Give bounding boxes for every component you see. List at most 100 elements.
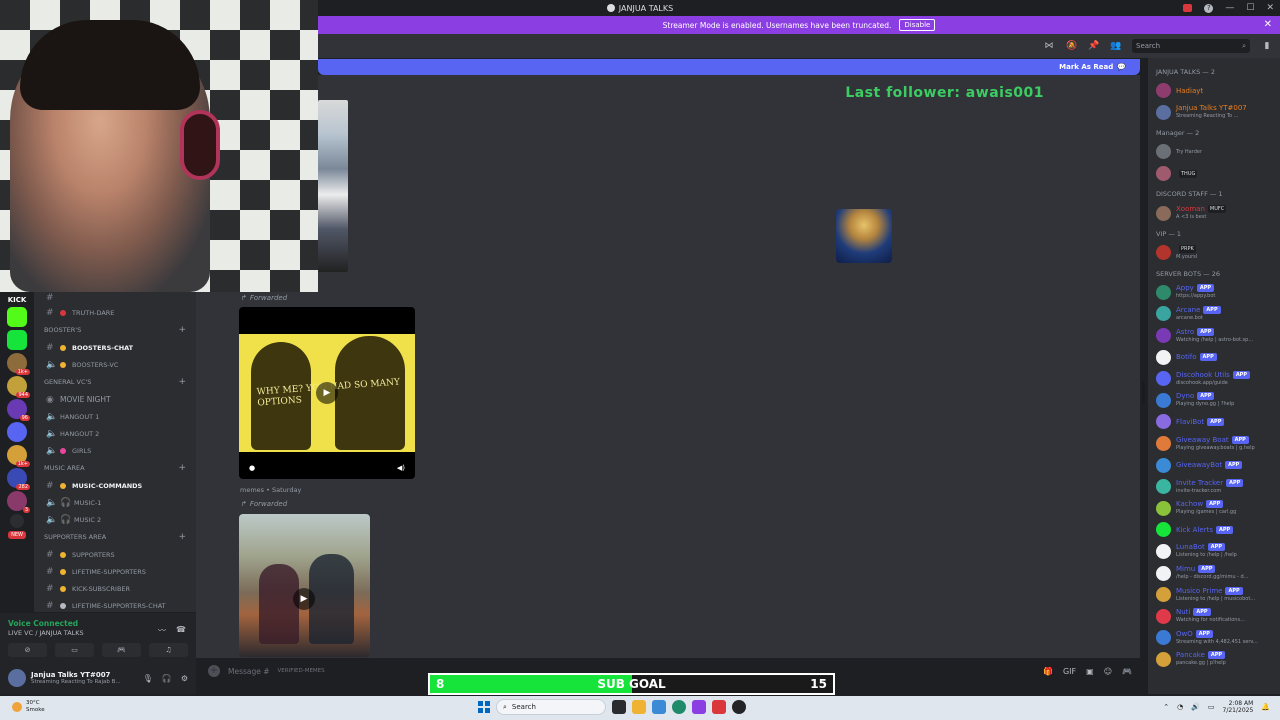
forward-source[interactable]: memes • Saturday: [240, 486, 301, 494]
weather-widget[interactable]: 30°C Smoke: [12, 700, 45, 714]
avatar[interactable]: [8, 669, 26, 687]
edge-icon[interactable]: [672, 700, 686, 714]
new-messages-bar[interactable]: Mark As Read 💬: [318, 59, 1140, 75]
user-info[interactable]: Janjua Talks YT#007 Streaming Reacting T…: [31, 671, 121, 685]
disconnect-icon[interactable]: ☎: [176, 625, 186, 636]
chat-scrollbar[interactable]: [1142, 382, 1145, 404]
sticker-icon[interactable]: ▣: [1086, 667, 1094, 676]
activities-icon[interactable]: 🎮: [1122, 667, 1132, 676]
emoji-icon[interactable]: ☺: [1104, 667, 1112, 676]
activities-button[interactable]: 🎮: [102, 643, 141, 657]
taskbar-search[interactable]: ⌕ Search: [496, 699, 606, 715]
channel-item-music-1[interactable]: 🔈 🎧 music-1: [34, 494, 196, 511]
add-channel-icon[interactable]: +: [178, 532, 186, 542]
tray-chevron-icon[interactable]: ⌃: [1163, 703, 1169, 711]
add-channel-icon[interactable]: +: [178, 463, 186, 473]
volume-icon[interactable]: 🔊: [1191, 703, 1200, 711]
member-item[interactable]: Xooman MUFC A <3 is best: [1156, 202, 1280, 224]
member-item[interactable]: OwO APP Streaming with 4,482,451 serv...: [1156, 627, 1280, 649]
server-icon-green-2[interactable]: [7, 330, 27, 350]
member-item[interactable]: FlaviBot APP: [1156, 411, 1280, 433]
screen-share-button[interactable]: ▭: [55, 643, 94, 657]
file-explorer-icon[interactable]: [632, 700, 646, 714]
folder-icon[interactable]: [10, 514, 24, 528]
member-item[interactable]: Nuti APP Watching for notifications...: [1156, 605, 1280, 627]
camera-off-button[interactable]: ⊘: [8, 643, 47, 657]
category-supporters-area[interactable]: SUPPORTERS AREA +: [34, 528, 196, 546]
notifications-icon[interactable]: 🔔: [1261, 703, 1270, 711]
member-item[interactable]: Invite Tracker APP invite-tracker.com: [1156, 476, 1280, 498]
close-banner-icon[interactable]: ✕: [1264, 19, 1272, 30]
inbox-icon[interactable]: [1183, 4, 1193, 12]
notification-bell-icon[interactable]: 🔕: [1066, 41, 1077, 51]
channel-item-cut[interactable]: #: [34, 292, 196, 304]
server-icon[interactable]: 3: [7, 491, 30, 513]
channel-item-kick-subscriber[interactable]: # kick-subscriber: [34, 580, 196, 597]
video-attachment-2[interactable]: ▶: [239, 514, 370, 657]
minimize-button[interactable]: —: [1225, 3, 1234, 13]
kick-server-icon[interactable]: KICK: [8, 296, 27, 304]
play-icon[interactable]: ▶: [293, 588, 315, 610]
channel-item-music-commands[interactable]: # music-commands: [34, 477, 196, 494]
channel-item-girls[interactable]: 🔈 girls: [34, 442, 196, 459]
channel-item-hangout-1[interactable]: 🔈 hangout 1: [34, 408, 196, 425]
channel-item-boosters-vc[interactable]: 🔈 boosters-vc: [34, 356, 196, 373]
pinned-messages-icon[interactable]: 📌: [1088, 41, 1099, 51]
wifi-icon[interactable]: ◔: [1177, 703, 1183, 711]
maximize-button[interactable]: ☐: [1246, 3, 1254, 13]
noise-suppression-icon[interactable]: 〰: [158, 625, 166, 636]
channel-item-truth-dare[interactable]: # truth-dare: [34, 304, 196, 321]
member-item[interactable]: LunaBot APP Listening to /help | /help: [1156, 541, 1280, 563]
windows-start-icon[interactable]: [478, 701, 490, 713]
member-item[interactable]: Discohook Utils APP discohook.app/guide: [1156, 368, 1280, 390]
member-item[interactable]: Astro APP Watching /help | astro-bot.sp...: [1156, 325, 1280, 347]
member-item[interactable]: Hadiayt: [1156, 80, 1280, 102]
play-icon[interactable]: ▶: [316, 382, 338, 404]
member-item[interactable]: Kachow APP Playing /games | carl.gg: [1156, 498, 1280, 520]
volume-icon[interactable]: ◀): [397, 464, 405, 472]
soundboard-button[interactable]: ♫: [149, 643, 188, 657]
microphone-icon[interactable]: 🎙: [143, 674, 153, 683]
channel-item-movie-night[interactable]: ◉ MOVIE NIGHT: [34, 391, 196, 408]
channel-item-lifetime-supporters[interactable]: # lifetime-supporters: [34, 563, 196, 580]
member-item[interactable]: Giveaway Boat APP Playing giveaway.boats |…: [1156, 433, 1280, 455]
search-input[interactable]: Search ⌕: [1132, 39, 1250, 53]
gif-icon[interactable]: GIF: [1063, 667, 1076, 676]
channel-item-boosters-chat[interactable]: # boosters-chat: [34, 339, 196, 356]
member-item[interactable]: Try Harder: [1156, 141, 1280, 163]
headphones-icon[interactable]: 🎧: [162, 674, 172, 683]
member-item[interactable]: Botifo APP: [1156, 346, 1280, 368]
server-icon-green[interactable]: [7, 307, 27, 327]
channel-item-lifetime-supporters-chat[interactable]: # lifetime-supporters-chat: [34, 597, 196, 612]
close-window-button[interactable]: ✕: [1266, 3, 1274, 13]
channel-item-hangout-2[interactable]: 🔈 hangout 2: [34, 425, 196, 442]
settings-gear-icon[interactable]: ⚙: [181, 674, 188, 683]
battery-icon[interactable]: ▭: [1208, 703, 1215, 711]
add-channel-icon[interactable]: +: [178, 325, 186, 335]
server-icon[interactable]: 1k+: [7, 445, 30, 467]
gift-icon[interactable]: 🎁: [1043, 667, 1053, 676]
member-list-icon[interactable]: 👥: [1110, 41, 1121, 51]
threads-icon[interactable]: ⋈: [1044, 41, 1054, 51]
server-icon[interactable]: 944: [7, 376, 30, 398]
server-icon[interactable]: 1k+: [7, 353, 30, 375]
server-icon[interactable]: 282: [7, 468, 30, 490]
obs-icon[interactable]: [732, 700, 746, 714]
member-item[interactable]: PRPK M.yoursl: [1156, 242, 1280, 264]
disable-streamer-button[interactable]: Disable: [899, 19, 936, 31]
store-icon[interactable]: [652, 700, 666, 714]
video-attachment[interactable]: WHY ME? YOU HAD SO MANY OPTIONS ▶ ● ◀): [239, 307, 415, 479]
server-icon[interactable]: 96: [7, 399, 30, 421]
member-item[interactable]: Pancake APP pancake.gg | p!help: [1156, 649, 1280, 671]
add-channel-icon[interactable]: +: [178, 377, 186, 387]
user-icon[interactable]: ●: [249, 464, 255, 472]
member-item[interactable]: THUG: [1156, 163, 1280, 185]
member-item[interactable]: Janjua Talks YT#007 Streaming Reacting To…: [1156, 102, 1280, 124]
member-item[interactable]: Musico Prime APP Listening to /help | musi…: [1156, 584, 1280, 606]
app-icon[interactable]: [692, 700, 706, 714]
member-item[interactable]: Arcane APP arcane.bot: [1156, 303, 1280, 325]
channel-item-music-2[interactable]: 🔈 🎧 music 2: [34, 511, 196, 528]
server-icon[interactable]: [7, 422, 27, 442]
member-item[interactable]: Kick Alerts APP: [1156, 519, 1280, 541]
inbox-bookmark-icon[interactable]: ▮: [1262, 41, 1272, 51]
